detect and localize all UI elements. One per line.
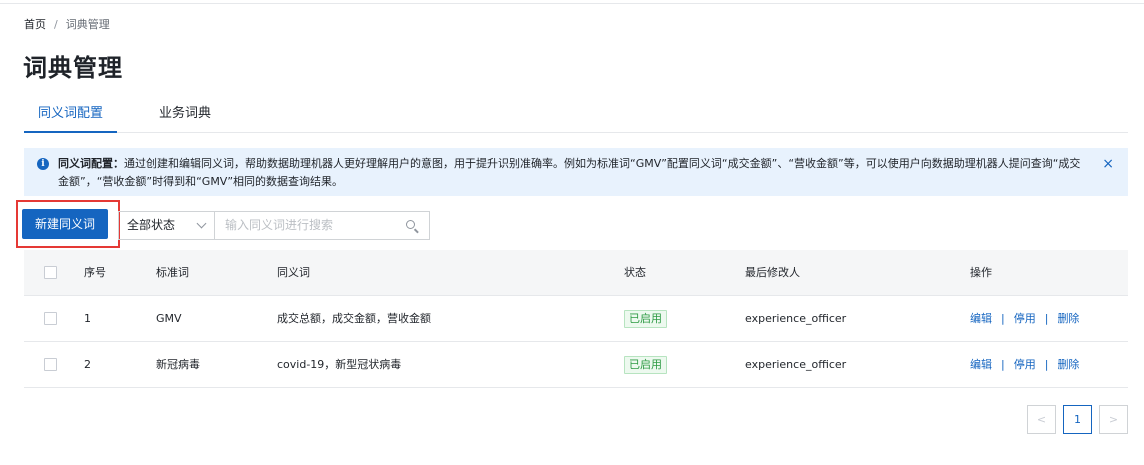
row-index: 1 <box>84 312 91 325</box>
row-modifier: experience_officer <box>745 358 847 371</box>
header-index: 序号 <box>84 266 106 279</box>
row-checkbox[interactable] <box>44 312 57 325</box>
tab-synonym-config[interactable]: 同义词配置 <box>24 101 118 133</box>
action-separator: | <box>1044 312 1049 325</box>
alert-title: 同义词配置： <box>58 157 124 170</box>
header-actions: 操作 <box>970 266 992 279</box>
pagination: < 1 > <box>1020 405 1128 434</box>
header-standard: 标准词 <box>156 266 189 279</box>
row-status: 已启用 <box>624 296 667 342</box>
table-header-row: 序号 标准词 同义词 状态 最后修改人 操作 <box>24 250 1128 296</box>
row-modifier: experience_officer <box>745 312 847 325</box>
top-divider <box>0 0 1144 4</box>
search-icon[interactable] <box>406 220 415 229</box>
action-separator: | <box>1001 358 1005 371</box>
delete-link[interactable]: 删除 <box>1057 358 1079 371</box>
status-badge: 已启用 <box>624 356 667 374</box>
edit-link[interactable]: 编辑 <box>970 312 992 325</box>
row-checkbox[interactable] <box>44 358 57 371</box>
table-row: 2 新冠病毒 covid-19，新型冠状病毒 已启用 experience_of… <box>24 342 1128 388</box>
row-index: 2 <box>84 358 91 371</box>
page-button-current[interactable]: 1 <box>1063 405 1092 434</box>
info-alert: i 同义词配置：通过创建和编辑同义词，帮助数据助理机器人更好理解用户的意图，用于… <box>24 148 1128 196</box>
synonym-table: 序号 标准词 同义词 状态 最后修改人 操作 1 GMV 成交总额，成交金额，营… <box>24 250 1128 388</box>
disable-link[interactable]: 停用 <box>1014 358 1036 371</box>
row-standard-word: 新冠病毒 <box>156 358 200 371</box>
info-icon: i <box>37 158 49 170</box>
prev-page-button[interactable]: < <box>1027 405 1056 434</box>
action-separator: | <box>1001 312 1005 325</box>
status-filter-select[interactable]: 全部状态 <box>118 211 215 240</box>
row-standard-word: GMV <box>156 312 182 325</box>
page-title: 词典管理 <box>23 54 123 82</box>
search-input[interactable]: 输入同义词进行搜索 <box>214 211 430 240</box>
header-modifier: 最后修改人 <box>745 266 800 279</box>
breadcrumb-home[interactable]: 首页 <box>24 16 46 32</box>
tab-bar: 同义词配置 业务词典 <box>24 101 1128 133</box>
table-row: 1 GMV 成交总额，成交金额，营收金额 已启用 experience_offi… <box>24 296 1128 342</box>
row-synonyms: 成交总额，成交金额，营收金额 <box>277 312 431 325</box>
row-status: 已启用 <box>624 342 667 388</box>
header-synonyms: 同义词 <box>277 266 310 279</box>
search-placeholder: 输入同义词进行搜索 <box>225 218 334 232</box>
close-icon[interactable]: × <box>1102 155 1114 173</box>
breadcrumb-current: 词典管理 <box>65 18 110 31</box>
next-page-button[interactable]: > <box>1099 405 1128 434</box>
new-synonym-button[interactable]: 新建同义词 <box>22 209 108 239</box>
select-all-checkbox[interactable] <box>44 266 57 279</box>
disable-link[interactable]: 停用 <box>1014 312 1036 325</box>
status-badge: 已启用 <box>624 310 667 328</box>
alert-text: 通过创建和编辑同义词，帮助数据助理机器人更好理解用户的意图，用于提升识别准确率。… <box>58 157 1081 188</box>
delete-link[interactable]: 删除 <box>1057 312 1079 325</box>
breadcrumb: 首页 / 词典管理 <box>24 16 110 32</box>
row-actions: 编辑 | 停用 | 删除 <box>970 342 1079 388</box>
edit-link[interactable]: 编辑 <box>970 358 992 371</box>
header-status: 状态 <box>624 266 646 279</box>
chevron-down-icon <box>196 218 207 229</box>
action-separator: | <box>1044 358 1049 371</box>
status-filter-value: 全部状态 <box>127 218 176 232</box>
tab-business-dictionary[interactable]: 业务词典 <box>145 101 225 133</box>
breadcrumb-separator: / <box>54 17 58 31</box>
row-synonyms: covid-19，新型冠状病毒 <box>277 358 402 371</box>
row-actions: 编辑 | 停用 | 删除 <box>970 296 1079 342</box>
